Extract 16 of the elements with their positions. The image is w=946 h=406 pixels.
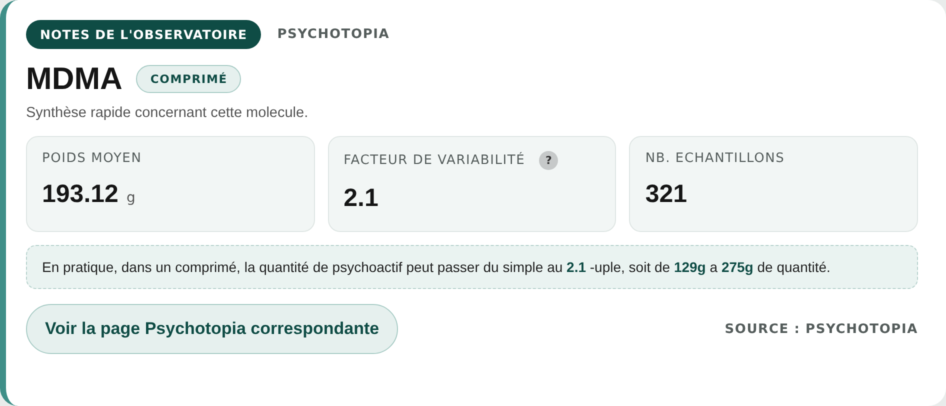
- stat-label: NB. ECHANTILLONS: [645, 151, 785, 166]
- observatory-badge: NOTES DE L'OBSERVATOIRE: [26, 20, 262, 49]
- source-label: PSYCHOTOPIA: [277, 27, 390, 42]
- stat-value: 321: [645, 180, 688, 209]
- psychotopia-page-button[interactable]: Voir la page Psychotopia correspondante: [26, 304, 398, 354]
- stat-label: POIDS MOYEN: [42, 151, 142, 166]
- source-text: SOURCE : PSYCHOTOPIA: [724, 322, 918, 336]
- help-icon[interactable]: ?: [539, 151, 558, 170]
- stat-unit: g: [126, 190, 136, 206]
- stat-label: FACTEUR DE VARIABILITÉ: [344, 153, 526, 168]
- subtitle: Synthèse rapide concernant cette molecule.: [26, 105, 310, 121]
- molecule-title: MDMA: [26, 61, 122, 97]
- note-text: En pratique, dans un comprimé, la quantité de psychoactif peut passer du simple au 2.1 -uple, soit de 129g a 275g de quantité.: [26, 245, 918, 289]
- form-tag: COMPRIMÉ: [136, 65, 242, 93]
- stat-value: 193.12: [42, 180, 118, 209]
- stat-value: 2.1: [344, 184, 378, 213]
